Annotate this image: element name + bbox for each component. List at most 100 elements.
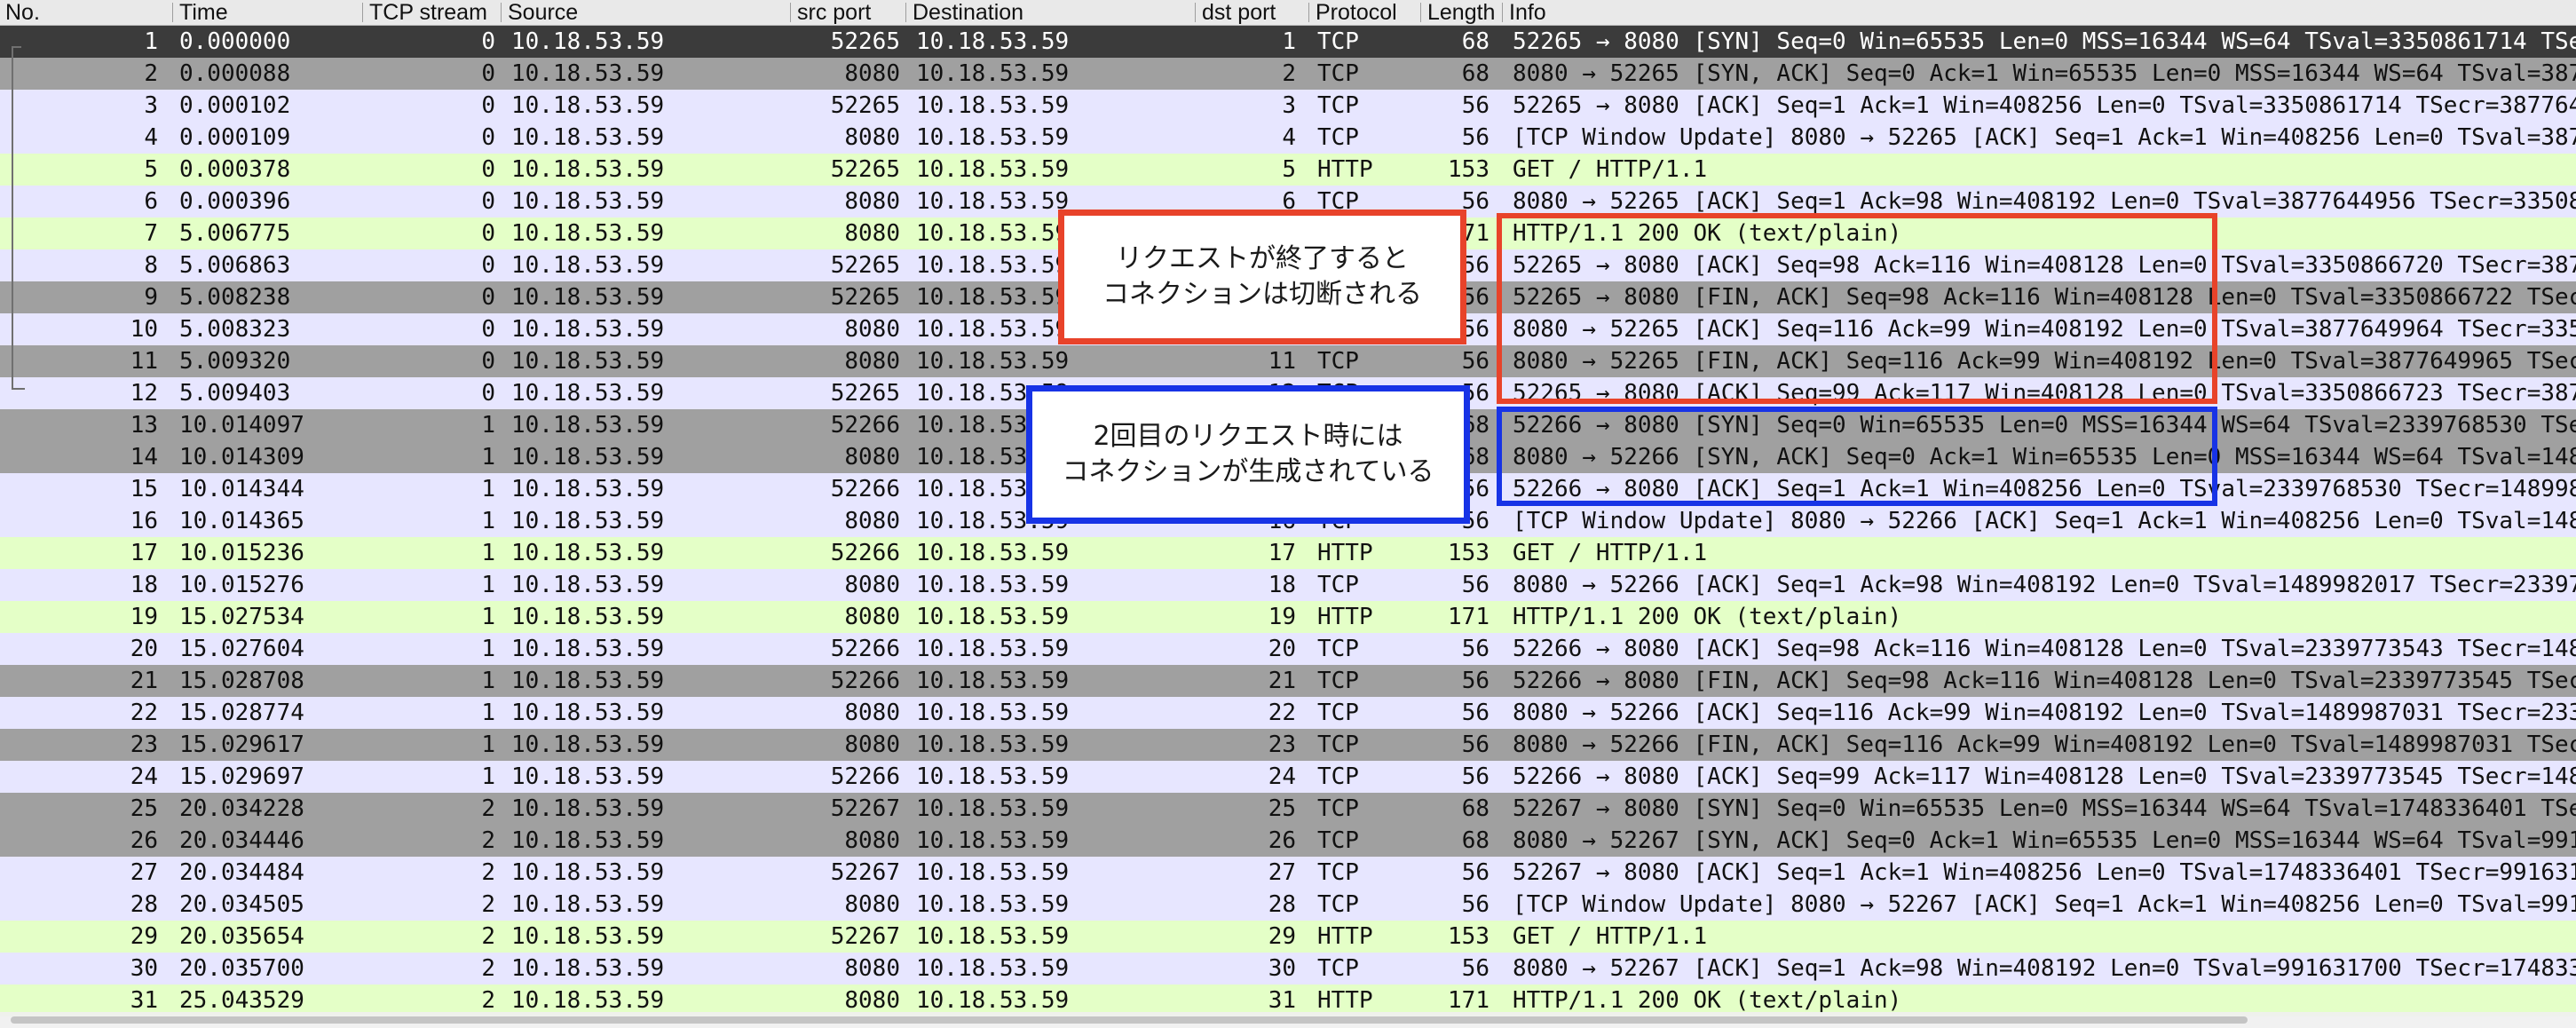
cell-no: 26	[130, 827, 158, 854]
cell-dport: 21	[1268, 668, 1296, 694]
packet-row[interactable]: 20 15.027604 1 10.18.53.59 52266 10.18.53.59 2…	[0, 633, 2576, 665]
blue-callout-line-1: 2回目のリクエスト時には	[1093, 421, 1403, 452]
packet-row[interactable]: 19 15.027534 1 10.18.53.59 8080 10.18.53.59 19…	[0, 601, 2576, 633]
column-separator[interactable]	[905, 3, 906, 22]
cell-dst: 10.18.53.59	[916, 124, 1070, 151]
packet-row[interactable]: 22 15.028774 1 10.18.53.59 8080 10.18.53.59 22…	[0, 697, 2576, 729]
cell-dport: 19	[1268, 604, 1296, 630]
cell-no: 2	[144, 60, 158, 87]
column-header-row: No. Time TCP stream Source src port Destinati…	[0, 0, 2576, 26]
column-separator[interactable]	[1195, 3, 1196, 22]
cell-time: 0.000088	[179, 60, 291, 87]
cell-time: 10.015236	[179, 540, 304, 566]
packet-row[interactable]: 2 0.000088 0 10.18.53.59 8080 10.18.53.59 2 TCP…	[0, 58, 2576, 90]
cell-dport: 27	[1268, 859, 1296, 886]
cell-dst: 10.18.53.59	[916, 763, 1070, 790]
cell-src: 10.18.53.59	[511, 124, 665, 151]
cell-proto: TCP	[1317, 891, 1359, 918]
packet-row[interactable]: 25 20.034228 2 10.18.53.59 52267 10.18.53.59 2…	[0, 793, 2576, 825]
packet-row[interactable]: 5 0.000378 0 10.18.53.59 52265 10.18.53.59 5 HT…	[0, 154, 2576, 186]
cell-time: 0.000396	[179, 188, 291, 215]
cell-stream: 1	[481, 476, 495, 502]
packet-row[interactable]: 3 0.000102 0 10.18.53.59 52265 10.18.53.59 3 TC…	[0, 90, 2576, 122]
cell-dst: 10.18.53.59	[916, 636, 1070, 662]
col-header-protocol[interactable]: Protocol	[1310, 0, 1422, 25]
cell-info: 52265 → 8080 [SYN] Seq=0 Win=65535 Len=0…	[1513, 28, 2576, 55]
cell-time: 10.014097	[179, 412, 304, 439]
cell-proto: TCP	[1317, 572, 1359, 598]
column-separator[interactable]	[790, 3, 791, 22]
cell-dport: 17	[1268, 540, 1296, 566]
cell-dport: 25	[1268, 795, 1296, 822]
cell-info: 52265 → 8080 [ACK] Seq=1 Ack=1 Win=40825…	[1513, 92, 2576, 119]
blue-callout-line-2: コネクションが生成されている	[1062, 456, 1434, 487]
cell-dst: 10.18.53.59	[916, 731, 1070, 758]
cell-info: GET / HTTP/1.1	[1513, 156, 1708, 183]
cell-stream: 0	[481, 316, 495, 343]
cell-sport: 52265	[830, 92, 900, 119]
cell-dst: 10.18.53.59	[916, 859, 1070, 886]
col-header-time[interactable]: Time	[174, 0, 364, 25]
column-separator[interactable]	[1420, 3, 1421, 22]
packet-row[interactable]: 23 15.029617 1 10.18.53.59 8080 10.18.53.59 23…	[0, 729, 2576, 761]
column-separator[interactable]	[501, 3, 502, 22]
col-header-tcp-stream[interactable]: TCP stream	[364, 0, 502, 25]
cell-info: 8080 → 52266 [ACK] Seq=116 Ack=99 Win=40…	[1513, 700, 2576, 726]
packet-row[interactable]: 11 5.009320 0 10.18.53.59 8080 10.18.53.59 11 T…	[0, 345, 2576, 377]
col-header-dst-port[interactable]: dst port	[1197, 0, 1310, 25]
horizontal-scrollbar[interactable]	[0, 1012, 2576, 1028]
packet-row[interactable]: 21 15.028708 1 10.18.53.59 52266 10.18.53.59 2…	[0, 665, 2576, 697]
col-header-no[interactable]: No.	[0, 0, 174, 25]
cell-stream: 2	[481, 923, 495, 950]
col-header-src-port[interactable]: src port	[792, 0, 907, 25]
col-header-source[interactable]: Source	[502, 0, 792, 25]
packet-row[interactable]: 4 0.000109 0 10.18.53.59 8080 10.18.53.59 4 TCP…	[0, 122, 2576, 154]
cell-dst: 10.18.53.59	[916, 827, 1070, 854]
cell-stream: 1	[481, 604, 495, 630]
cell-no: 12	[130, 380, 158, 407]
cell-time: 20.034505	[179, 891, 304, 918]
cell-src: 10.18.53.59	[511, 636, 665, 662]
col-header-destination[interactable]: Destination	[907, 0, 1197, 25]
cell-stream: 2	[481, 891, 495, 918]
col-header-info[interactable]: Info	[1504, 0, 2576, 25]
packet-row[interactable]: 24 15.029697 1 10.18.53.59 52266 10.18.53.59 2…	[0, 761, 2576, 793]
packet-row[interactable]: 27 20.034484 2 10.18.53.59 52267 10.18.53.59 2…	[0, 857, 2576, 889]
cell-len: 56	[1461, 859, 1489, 886]
column-separator[interactable]	[362, 3, 363, 22]
cell-time: 20.035654	[179, 923, 304, 950]
cell-sport: 8080	[844, 700, 900, 726]
cell-info: 8080 → 52265 [SYN, ACK] Seq=0 Ack=1 Win=…	[1513, 60, 2576, 87]
packet-row[interactable]: 26 20.034446 2 10.18.53.59 8080 10.18.53.59 26…	[0, 825, 2576, 857]
cell-no: 16	[130, 508, 158, 534]
cell-no: 3	[144, 92, 158, 119]
cell-info: 52265 → 8080 [ACK] Seq=99 Ack=117 Win=40…	[1513, 380, 2576, 407]
column-separator[interactable]	[172, 3, 173, 22]
cell-len: 56	[1461, 731, 1489, 758]
column-separator[interactable]	[1502, 3, 1503, 22]
packet-row[interactable]: 29 20.035654 2 10.18.53.59 52267 10.18.53.59 2…	[0, 921, 2576, 953]
col-header-length[interactable]: Length	[1422, 0, 1504, 25]
cell-info: 8080 → 52265 [FIN, ACK] Seq=116 Ack=99 W…	[1513, 348, 2576, 375]
cell-len: 56	[1461, 636, 1489, 662]
cell-info: 8080 → 52266 [ACK] Seq=1 Ack=98 Win=4081…	[1513, 572, 2576, 598]
cell-sport: 8080	[844, 220, 900, 247]
packet-row[interactable]: 17 10.015236 1 10.18.53.59 52266 10.18.53.59 1…	[0, 537, 2576, 569]
cell-sport: 52265	[830, 252, 900, 279]
cell-stream: 0	[481, 284, 495, 311]
packet-row[interactable]: 30 20.035700 2 10.18.53.59 8080 10.18.53.59 30…	[0, 953, 2576, 985]
scrollbar-thumb[interactable]	[11, 1016, 2248, 1024]
cell-src: 10.18.53.59	[511, 731, 665, 758]
cell-no: 10	[130, 316, 158, 343]
cell-stream: 0	[481, 188, 495, 215]
packet-row[interactable]: 1 0.000000 0 10.18.53.59 52265 10.18.53.59 1 TC…	[0, 26, 2576, 58]
cell-stream: 2	[481, 827, 495, 854]
packet-row[interactable]: 18 10.015276 1 10.18.53.59 8080 10.18.53.59 18…	[0, 569, 2576, 601]
cell-time: 10.014365	[179, 508, 304, 534]
cell-len: 68	[1461, 827, 1489, 854]
column-separator[interactable]	[1308, 3, 1309, 22]
cell-src: 10.18.53.59	[511, 60, 665, 87]
cell-proto: TCP	[1317, 124, 1359, 151]
packet-row[interactable]: 28 20.034505 2 10.18.53.59 8080 10.18.53.59 28…	[0, 889, 2576, 921]
cell-no: 1	[144, 28, 158, 55]
